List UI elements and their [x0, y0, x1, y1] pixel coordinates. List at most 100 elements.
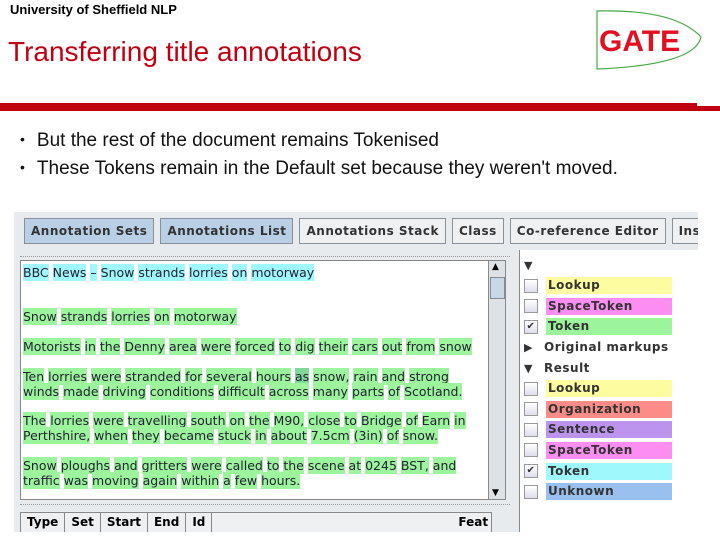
- annotation-type-item[interactable]: Organization: [524, 400, 672, 418]
- tab-instan[interactable]: Instan: [671, 218, 698, 244]
- token-annotation[interactable]: across: [268, 383, 309, 400]
- token-annotation[interactable]: dig: [295, 338, 315, 355]
- checkbox[interactable]: [524, 443, 538, 458]
- checkbox[interactable]: ✔: [524, 464, 538, 478]
- token-annotation[interactable]: cars: [351, 338, 378, 355]
- checkbox[interactable]: [524, 422, 538, 437]
- token-annotation[interactable]: at: [348, 457, 362, 474]
- token-annotation[interactable]: on: [154, 308, 170, 325]
- token-annotation[interactable]: snow.: [402, 427, 438, 444]
- tab-class[interactable]: Class: [451, 218, 504, 244]
- token-annotation[interactable]: the: [99, 338, 121, 355]
- token-annotation[interactable]: Denny: [124, 338, 165, 355]
- annotation-type-item[interactable]: ✔ Token: [524, 318, 672, 336]
- expand-icon[interactable]: ▶: [524, 341, 538, 354]
- token-annotation[interactable]: 0245: [365, 457, 397, 474]
- splitter[interactable]: [20, 504, 510, 509]
- tab-co-reference-editor[interactable]: Co-reference Editor: [509, 218, 666, 244]
- token-annotation[interactable]: area: [168, 338, 197, 355]
- token-annotation[interactable]: forced: [235, 338, 275, 355]
- token-annotation[interactable]: strands: [138, 264, 185, 281]
- checkbox[interactable]: ✔: [524, 319, 538, 334]
- token-annotation[interactable]: of: [386, 427, 399, 444]
- token-annotation[interactable]: difficult: [218, 383, 265, 400]
- token-annotation[interactable]: moving: [92, 472, 139, 489]
- checkbox[interactable]: [524, 381, 538, 396]
- token-annotation[interactable]: again: [142, 472, 178, 489]
- token-annotation[interactable]: scene: [307, 457, 345, 474]
- checkbox[interactable]: [524, 299, 538, 314]
- token-annotation[interactable]: within: [181, 472, 220, 489]
- checkbox[interactable]: [524, 402, 538, 417]
- document-text-area[interactable]: BBC News – Snow strands lorries on motor…: [20, 260, 489, 500]
- collapse-icon[interactable]: ▼: [524, 259, 538, 272]
- token-annotation[interactable]: many: [312, 383, 348, 400]
- token-annotation[interactable]: 7.5cm: [310, 427, 350, 444]
- tab-annotations-stack[interactable]: Annotations Stack: [299, 218, 446, 244]
- token-annotation[interactable]: motorway: [173, 308, 237, 325]
- token-annotation[interactable]: were: [200, 338, 232, 355]
- annotation-set-group[interactable]: ▼ Result: [524, 359, 590, 377]
- vertical-scrollbar[interactable]: ▲ ▼: [488, 260, 506, 500]
- scroll-up-icon[interactable]: ▲: [492, 262, 499, 272]
- token-annotation[interactable]: BST,: [400, 457, 429, 474]
- token-annotation[interactable]: about: [270, 427, 307, 444]
- token-annotation[interactable]: their: [318, 338, 348, 355]
- token-annotation[interactable]: out: [381, 338, 403, 355]
- scroll-thumb[interactable]: [490, 277, 505, 299]
- token-annotation[interactable]: strands: [60, 308, 108, 325]
- token-annotation[interactable]: snow: [439, 338, 472, 355]
- token-annotation[interactable]: driving: [102, 383, 146, 400]
- token-annotation[interactable]: Motorists: [23, 338, 81, 355]
- column-header[interactable]: Id: [186, 513, 213, 532]
- annotation-type-item[interactable]: SpaceToken: [524, 441, 672, 459]
- token-annotation[interactable]: motorway: [251, 264, 315, 281]
- column-header[interactable]: Type: [21, 513, 66, 532]
- tab-annotations-list[interactable]: Annotations List: [160, 218, 294, 244]
- token-annotation[interactable]: they: [131, 427, 160, 444]
- token-annotation[interactable]: conditions: [149, 383, 215, 400]
- token-annotation[interactable]: (3in): [353, 427, 383, 444]
- token-annotation[interactable]: to: [278, 338, 292, 355]
- annotation-set-group[interactable]: ▶ Original markups: [524, 338, 669, 356]
- token-annotation[interactable]: in: [454, 412, 466, 429]
- token-annotation[interactable]: Perthshire,: [23, 427, 91, 444]
- token-annotation[interactable]: Snow: [23, 308, 57, 325]
- token-annotation[interactable]: in: [84, 338, 96, 355]
- token-annotation[interactable]: traffic: [23, 472, 60, 489]
- token-annotation[interactable]: when: [94, 427, 128, 444]
- annotation-type-item[interactable]: Lookup: [524, 380, 672, 398]
- token-annotation[interactable]: of: [388, 383, 401, 400]
- scroll-down-icon[interactable]: ▼: [492, 488, 499, 498]
- token-annotation[interactable]: lorries: [111, 308, 151, 325]
- token-annotation[interactable]: News: [52, 264, 87, 281]
- token-annotation[interactable]: was: [63, 472, 89, 489]
- token-annotation[interactable]: from: [406, 338, 436, 355]
- token-annotation[interactable]: BBC: [23, 264, 49, 281]
- checkbox[interactable]: [524, 278, 538, 293]
- token-annotation[interactable]: Snow: [100, 264, 135, 281]
- annotation-type-item[interactable]: ✔ Token: [524, 462, 672, 480]
- token-annotation[interactable]: few: [234, 472, 258, 489]
- annotation-type-item[interactable]: SpaceToken: [524, 297, 672, 315]
- checkbox[interactable]: [524, 484, 538, 499]
- column-header[interactable]: Start: [101, 513, 148, 532]
- column-header[interactable]: Feat: [452, 513, 494, 532]
- token-annotation[interactable]: became: [163, 427, 214, 444]
- token-annotation[interactable]: parts: [351, 383, 385, 400]
- tab-annotation-sets[interactable]: Annotation Sets: [24, 218, 155, 244]
- column-header[interactable]: Set: [65, 513, 101, 532]
- annotation-set-group[interactable]: ▼: [524, 256, 544, 274]
- annotation-type-item[interactable]: Sentence: [524, 421, 672, 439]
- token-annotation[interactable]: a: [223, 472, 231, 489]
- collapse-icon[interactable]: ▼: [524, 362, 538, 375]
- token-annotation[interactable]: stuck: [217, 427, 252, 444]
- annotation-type-item[interactable]: Unknown: [524, 483, 672, 501]
- token-annotation[interactable]: and: [432, 457, 457, 474]
- column-header[interactable]: End: [148, 513, 187, 532]
- token-annotation[interactable]: hours.: [261, 472, 301, 489]
- token-annotation[interactable]: –: [90, 264, 97, 281]
- token-annotation[interactable]: Scotland.: [404, 383, 463, 400]
- token-annotation[interactable]: winds: [23, 383, 60, 400]
- annotation-type-item[interactable]: Lookup: [524, 277, 672, 295]
